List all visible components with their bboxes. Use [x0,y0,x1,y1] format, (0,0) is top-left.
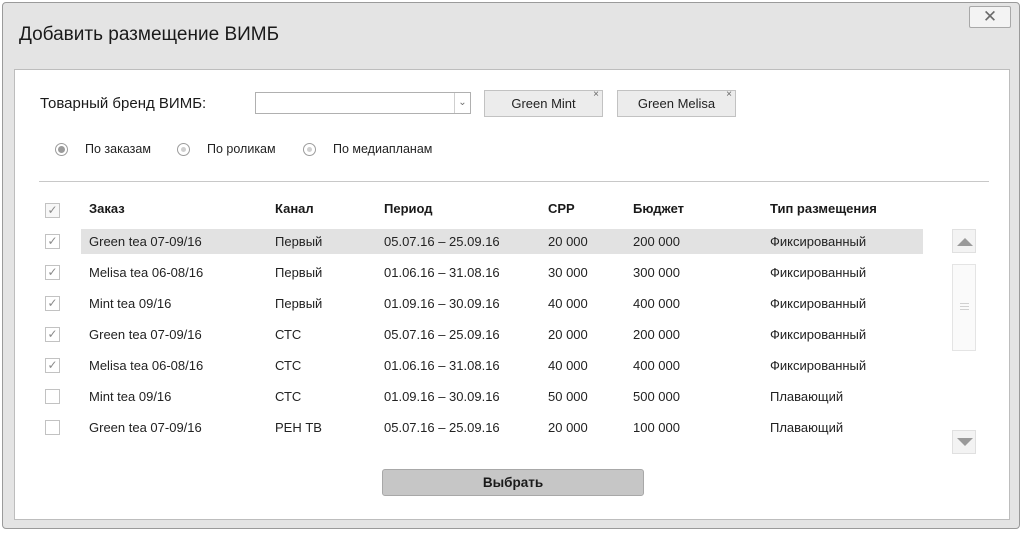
column-header-order: Заказ [89,201,125,216]
cell-period: 05.07.16 – 25.09.16 [384,234,500,249]
cell-placement-type: Плавающий [770,420,844,435]
brand-select[interactable]: ⌄ [255,92,471,114]
cell-order: Mint tea 09/16 [89,389,172,404]
scrollbar-thumb[interactable] [952,264,976,351]
cell-period: 01.06.16 – 31.08.16 [384,265,500,280]
cell-cpp: 20 000 [548,327,588,342]
remove-tag-icon[interactable]: × [593,82,599,107]
radio-by-mediaplans[interactable]: По медиапланам [303,141,432,157]
cell-channel: СТС [275,327,302,342]
cell-period: 05.07.16 – 25.09.16 [384,420,500,435]
cell-placement-type: Фиксированный [770,358,867,373]
cell-budget: 400 000 [633,358,680,373]
row-checkbox[interactable]: ✓ [45,234,60,249]
table-row[interactable]: Green tea 07-09/16 Первый 05.07.16 – 25.… [81,229,923,254]
row-checkbox[interactable]: ✓ [45,265,60,280]
radio-label: По роликам [207,142,276,156]
cell-channel: Первый [275,234,323,249]
radio-button-selected[interactable] [55,142,68,156]
cell-placement-type: Плавающий [770,389,844,404]
radio-button[interactable] [303,142,316,156]
close-button[interactable]: ✕ [969,6,1011,28]
radio-label: По медиапланам [333,142,433,156]
cell-placement-type: Фиксированный [770,327,867,342]
brand-tag-green-melisa[interactable]: Green Melisa × [617,89,736,117]
cell-order: Melisa tea 06-08/16 [89,358,204,373]
radio-label: По заказам [85,142,151,156]
cell-cpp: 20 000 [548,420,588,435]
radio-by-orders[interactable]: По заказам [55,141,151,157]
column-header-channel: Канал [275,201,314,216]
cell-placement-type: Фиксированный [770,234,867,249]
cell-order: Green tea 07-09/16 [89,420,202,435]
table-row[interactable]: Melisa tea 06-08/16 СТС 01.06.16 – 31.08… [81,353,923,378]
row-checkbox[interactable]: ✓ [45,327,60,342]
cell-period: 05.07.16 – 25.09.16 [384,327,500,342]
grip-line [960,306,969,307]
cell-period: 01.09.16 – 30.09.16 [384,296,500,311]
scroll-down-arrow-icon[interactable] [952,430,976,454]
row-checkbox[interactable] [45,420,60,435]
scroll-up-arrow-icon[interactable] [952,229,976,253]
column-header-budget: Бюджет [633,201,684,216]
chevron-down-icon[interactable]: ⌄ [454,93,470,113]
cell-order: Melisa tea 06-08/16 [89,265,204,280]
cell-budget: 300 000 [633,265,680,280]
cell-channel: РЕН ТВ [275,420,322,435]
cell-channel: Первый [275,265,323,280]
row-checkbox[interactable]: ✓ [45,296,60,311]
cell-cpp: 40 000 [548,358,588,373]
cell-order: Green tea 07-09/16 [89,234,202,249]
cell-channel: СТС [275,389,302,404]
cell-period: 01.09.16 – 30.09.16 [384,389,500,404]
cell-budget: 200 000 [633,327,680,342]
cell-budget: 200 000 [633,234,680,249]
column-header-period: Период [384,201,433,216]
grip-line [960,303,969,304]
column-header-cpp: CPP [548,201,575,216]
brand-label: Товарный бренд ВИМБ: [40,95,207,112]
table-row[interactable]: Mint tea 09/16 СТС 01.09.16 – 30.09.16 5… [81,384,923,409]
brand-tag-green-mint[interactable]: Green Mint × [484,89,603,117]
table-row[interactable]: Mint tea 09/16 Первый 01.09.16 – 30.09.1… [81,291,923,316]
cell-cpp: 50 000 [548,389,588,404]
row-checkbox[interactable]: ✓ [45,358,60,373]
cell-budget: 500 000 [633,389,680,404]
cell-order: Green tea 07-09/16 [89,327,202,342]
divider [39,181,989,182]
dialog-content-panel: Товарный бренд ВИМБ: ⌄ Green Mint × Gree… [14,69,1010,520]
cell-placement-type: Фиксированный [770,296,867,311]
select-all-checkbox[interactable]: ✓ [45,203,60,218]
table-row[interactable]: Melisa tea 06-08/16 Первый 01.06.16 – 31… [81,260,923,285]
dialog-window: Добавить размещение ВИМБ ✕ Товарный брен… [2,2,1020,529]
cell-channel: СТС [275,358,302,373]
column-header-placement-type: Тип размещения [770,201,877,216]
radio-button[interactable] [177,142,190,156]
cell-cpp: 20 000 [548,234,588,249]
dialog-title: Добавить размещение ВИМБ [19,24,280,45]
table-row[interactable]: Green tea 07-09/16 РЕН ТВ 05.07.16 – 25.… [81,415,923,440]
radio-by-spots[interactable]: По роликам [177,141,276,157]
choose-button[interactable]: Выбрать [382,469,644,496]
cell-budget: 100 000 [633,420,680,435]
cell-order: Mint tea 09/16 [89,296,172,311]
grip-line [960,309,969,310]
brand-tag-label: Green Melisa [637,96,716,111]
cell-period: 01.06.16 – 31.08.16 [384,358,500,373]
row-checkbox[interactable] [45,389,60,404]
cell-channel: Первый [275,296,323,311]
table-row[interactable]: Green tea 07-09/16 СТС 05.07.16 – 25.09.… [81,322,923,347]
cell-cpp: 40 000 [548,296,588,311]
remove-tag-icon[interactable]: × [726,82,732,107]
cell-placement-type: Фиксированный [770,265,867,280]
brand-tag-label: Green Mint [511,96,576,111]
cell-budget: 400 000 [633,296,680,311]
cell-cpp: 30 000 [548,265,588,280]
